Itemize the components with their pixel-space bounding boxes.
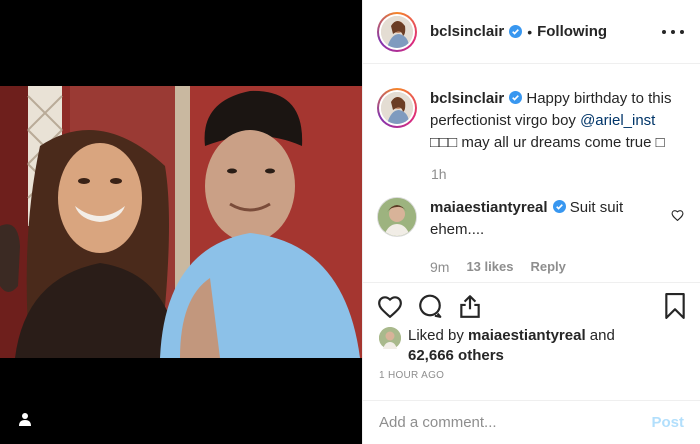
action-bar (363, 282, 700, 328)
following-button[interactable]: Following (537, 23, 607, 40)
post-panel: bclsinclair • Following bclsinclair Happ… (362, 0, 700, 444)
liker-avatar[interactable] (379, 327, 401, 349)
add-comment-input[interactable] (379, 414, 652, 431)
comment-meta: 9m 13 likes Reply (430, 259, 686, 275)
post-header: bclsinclair • Following (363, 0, 700, 64)
likes-conjunction: and (585, 327, 615, 344)
comment-likes-count[interactable]: 13 likes (466, 259, 513, 275)
caption-author-avatar[interactable] (377, 88, 417, 128)
user-tag-icon[interactable] (12, 406, 38, 432)
post-comment-button[interactable]: Post (651, 414, 684, 431)
commenter-avatar[interactable] (377, 197, 417, 237)
caption-text: bclsinclair Happy birthday to this perfe… (430, 88, 686, 154)
verified-badge-icon (509, 25, 523, 38)
comment-text: maiaestiantyreal Suit suit ehem.... (430, 197, 650, 241)
likes-prefix: Liked by (408, 327, 469, 344)
post-caption: bclsinclair Happy birthday to this perfe… (377, 64, 686, 154)
caption-username[interactable]: bclsinclair (430, 90, 504, 107)
speech-bubble-icon[interactable] (417, 293, 443, 319)
likes-summary: Liked by maiaestiantyreal and 62,666 oth… (379, 326, 686, 366)
post-photo[interactable] (0, 86, 362, 358)
comments-list: bclsinclair Happy birthday to this perfe… (363, 64, 700, 282)
more-options-icon[interactable] (662, 22, 684, 42)
comment-item: maiaestiantyreal Suit suit ehem.... (377, 197, 686, 241)
post-media (0, 0, 362, 444)
author-username[interactable]: bclsinclair (430, 23, 504, 40)
commenter-username[interactable]: maiaestiantyreal (430, 199, 548, 216)
verified-badge-icon (552, 200, 566, 213)
liker-username[interactable]: maiaestiantyreal (468, 327, 586, 344)
author-avatar[interactable] (377, 11, 417, 52)
verified-badge-icon (509, 91, 523, 104)
reply-button[interactable]: Reply (530, 259, 565, 275)
separator-dot: • (527, 23, 533, 40)
caption-mention-link[interactable]: @ariel_inst (580, 112, 655, 129)
likes-text: Liked by maiaestiantyreal and 62,666 oth… (408, 326, 615, 366)
comment-timestamp: 9m (430, 259, 450, 275)
comment-composer: Post (363, 400, 700, 444)
heart-icon[interactable] (377, 294, 403, 318)
comment-like-heart-icon[interactable] (671, 209, 684, 221)
caption-timestamp: 1h (431, 166, 447, 182)
share-icon[interactable] (457, 293, 483, 319)
post-timestamp: 1 hour ago (379, 370, 445, 381)
likes-count[interactable]: 62,666 others (408, 347, 504, 364)
bookmark-icon[interactable] (664, 292, 686, 319)
caption-body-end: □□□ may all ur dreams come true □ (430, 134, 665, 151)
